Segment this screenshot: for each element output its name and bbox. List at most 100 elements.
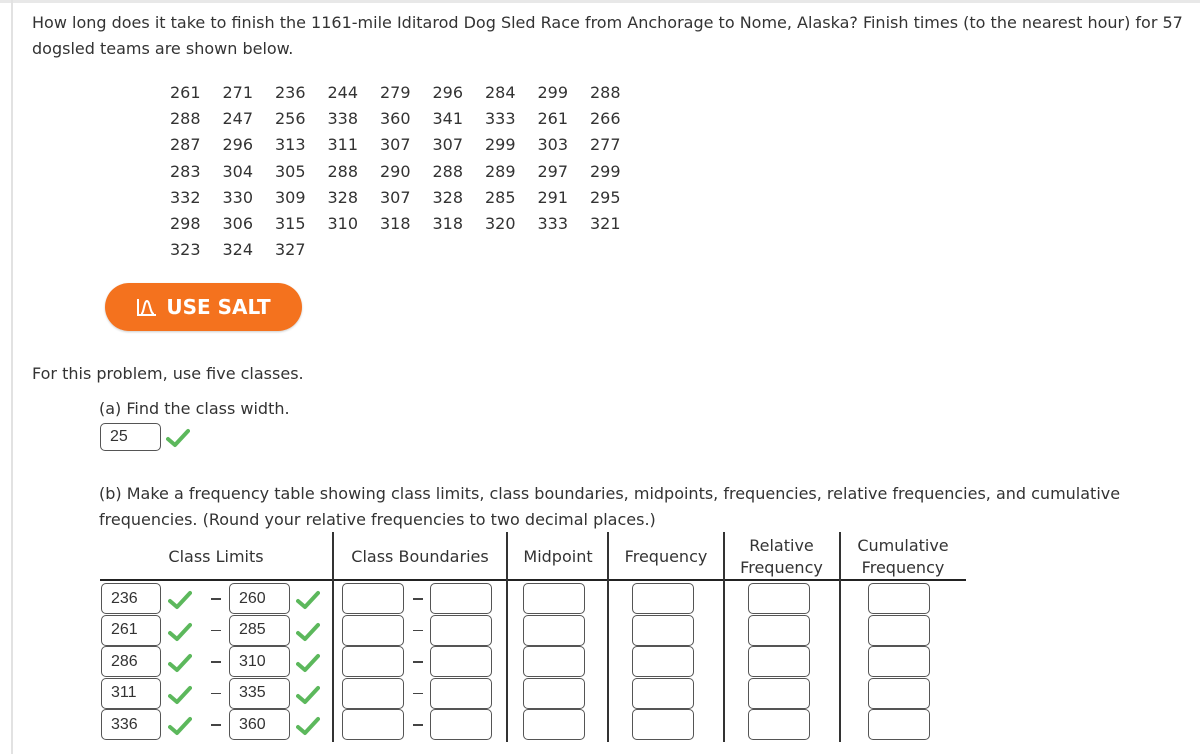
finish-time-value: 309 [275,187,306,207]
header-class-boundaries: Class Boundaries [351,547,489,566]
header-class-limits: Class Limits [168,547,264,566]
midpoint-input[interactable] [523,677,585,709]
class-upper-limit-input[interactable]: 260 [229,583,290,614]
range-dash [413,598,423,600]
midpoint-input[interactable] [523,583,585,614]
finish-time-value: 287 [170,135,201,155]
class-upper-limit-input[interactable]: 310 [229,646,290,677]
cumulative-frequency-input[interactable] [868,709,930,740]
header-cumulative-frequency: Cumulative Frequency [841,535,965,579]
finish-time-value: 299 [537,83,569,102]
use-salt-button[interactable]: USE SALT [105,283,302,331]
class-upper-limit-input[interactable]: 335 [229,677,290,709]
class-width-value: 25 [110,428,128,445]
midpoint-input[interactable] [523,646,585,677]
class-lower-limit-input-value: 311 [111,684,137,701]
class-upper-limit-input-value: 360 [239,715,266,733]
cumulative-frequency-input[interactable] [868,614,930,646]
finish-time-value: 327 [275,240,306,260]
finish-time-value: 304 [222,161,254,181]
relative-frequency-input[interactable] [748,614,810,646]
range-dash [211,692,221,694]
class-lower-limit-input-value: 286 [111,652,138,670]
column-divider [332,532,334,742]
midpoint-input[interactable] [523,709,585,740]
part-b-prompt: (b) Make a frequency table showing class… [99,484,1121,529]
finish-time-value: 313 [275,135,306,155]
class-width-input[interactable]: 25 [100,423,161,451]
correct-check-icon [168,622,192,641]
finish-time-value: 296 [432,83,464,102]
column-divider [723,532,725,742]
relative-frequency-input[interactable] [748,677,810,709]
finish-time-value: 288 [327,161,359,181]
class-boundary-lower-input[interactable] [342,709,404,740]
frequency-input[interactable] [632,583,694,614]
class-boundary-lower-input[interactable] [342,614,404,646]
table-header-divider [100,579,966,581]
class-lower-limit-input[interactable]: 311 [101,677,161,709]
relative-frequency-input[interactable] [748,646,810,677]
correct-check-icon [166,429,190,447]
correct-check-icon [296,717,320,735]
finish-time-value [328,237,381,263]
midpoint-input[interactable] [523,614,585,646]
class-boundary-lower-input[interactable] [342,677,404,709]
salt-bell-curve-icon [137,299,157,316]
class-lower-limit-input[interactable]: 286 [101,646,161,677]
class-upper-limit-input[interactable]: 360 [229,709,290,740]
class-upper-limit-input-value: 285 [239,621,266,638]
frequency-input[interactable] [632,709,694,740]
class-upper-limit-input[interactable]: 285 [229,614,290,646]
header-cumulative-line2: Frequency [861,558,945,577]
cumulative-frequency-input[interactable] [868,583,930,614]
class-boundary-lower-input[interactable] [342,646,404,677]
finish-time-value: 284 [485,83,516,102]
class-lower-limit-input[interactable]: 236 [101,583,161,614]
range-dash [211,598,221,600]
instruction-text: For this problem, use five classes. [32,364,304,383]
header-frequency: Frequency [624,547,708,566]
part-a-prompt: (a) Find the class width. [99,399,290,418]
relative-frequency-input[interactable] [748,709,810,740]
class-boundary-upper-input[interactable] [430,677,492,709]
frequency-input[interactable] [632,646,694,677]
class-upper-limit-input-value: 335 [239,684,266,701]
use-salt-label: USE SALT [166,295,271,319]
relative-frequency-input[interactable] [748,583,810,614]
correct-check-icon [296,622,320,641]
class-boundary-lower-input[interactable] [342,583,404,614]
top-border [0,0,1200,3]
class-boundary-upper-input[interactable] [430,614,492,646]
frequency-input[interactable] [632,614,694,646]
cumulative-frequency-input[interactable] [868,646,930,677]
range-dash [413,661,423,663]
correct-check-icon [296,654,320,672]
question-text: How long does it take to finish the 1161… [32,13,1183,58]
header-relative-line1: Relative [749,536,814,555]
finish-time-value: 328 [327,187,359,207]
class-lower-limit-input[interactable]: 261 [101,614,161,646]
finish-time-value: 290 [380,161,411,181]
cumulative-frequency-input[interactable] [868,677,930,709]
finish-time-value: 261 [170,83,201,102]
finish-time-value: 305 [275,161,306,181]
finish-time-value: 323 [170,240,201,260]
finish-time-value [538,237,591,263]
finish-time-value [433,237,486,263]
finish-time-value: 328 [432,187,464,207]
range-dash [211,629,221,631]
range-dash [413,629,423,631]
class-lower-limit-input[interactable]: 336 [101,709,161,740]
frequency-input[interactable] [632,677,694,709]
finish-time-value: 244 [327,83,359,102]
header-midpoint: Midpoint [523,547,593,566]
finish-time-value: 307 [432,135,464,155]
finish-time-value: 324 [222,240,254,260]
range-dash [413,724,423,726]
finish-time-value: 279 [380,83,411,102]
class-boundary-upper-input[interactable] [430,583,492,614]
class-boundary-upper-input[interactable] [430,646,492,677]
finish-time-value: 277 [590,135,621,155]
class-boundary-upper-input[interactable] [430,709,492,740]
